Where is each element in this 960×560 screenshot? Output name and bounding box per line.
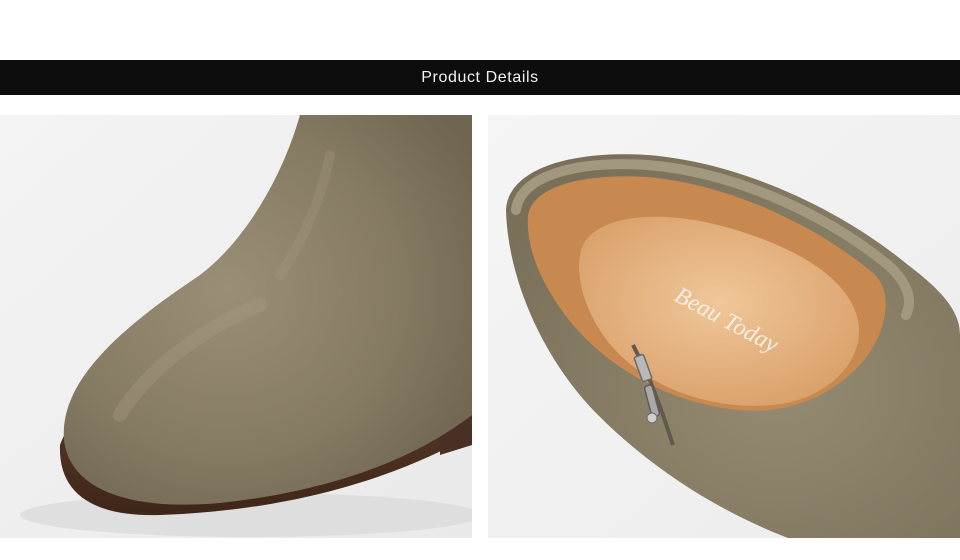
section-header-bar: Product Details (0, 60, 960, 95)
section-title: Product Details (421, 68, 539, 86)
product-photo-toe (0, 115, 472, 538)
product-photo-insole: Beau Today (488, 115, 960, 538)
boot-toe-illustration (0, 115, 472, 538)
boot-insole-illustration: Beau Today (488, 115, 960, 538)
